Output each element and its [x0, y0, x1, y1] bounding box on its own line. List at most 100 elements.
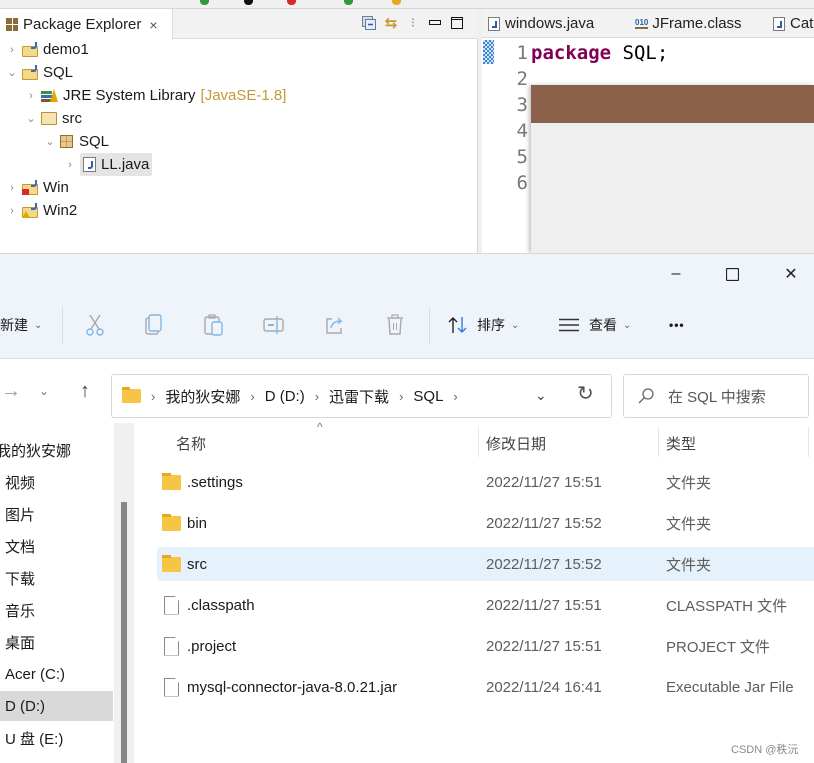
column-divider[interactable]	[808, 427, 809, 457]
navigation-scrollbar-thumb[interactable]	[121, 502, 127, 763]
nav-item-videos[interactable]: 视频	[0, 467, 113, 497]
delete-button[interactable]	[383, 313, 407, 337]
forward-button[interactable]: →	[0, 377, 24, 405]
nav-item-drive-e[interactable]: U 盘 (E:)	[0, 723, 113, 753]
eclipse-main-toolbar	[0, 0, 814, 9]
cut-button[interactable]	[83, 313, 107, 337]
column-divider[interactable]	[478, 427, 479, 457]
chevron-down-icon: ⌄	[511, 319, 520, 331]
file-row[interactable]: .project 2022/11/27 15:51 PROJECT 文件	[157, 629, 814, 663]
toolbar-icon[interactable]	[244, 0, 253, 5]
tree-item-sql-package[interactable]: ⌄ SQL	[44, 130, 109, 153]
breadcrumb-item[interactable]: D (D:)	[265, 388, 305, 405]
breadcrumb-item[interactable]: 我的狄安娜	[165, 386, 240, 407]
minimize-icon[interactable]	[424, 13, 446, 33]
breadcrumb-item[interactable]: SQL	[413, 388, 443, 405]
nav-item-pictures[interactable]: 图片	[0, 499, 113, 529]
file-date: 2022/11/27 15:51	[486, 596, 602, 614]
recent-locations-button[interactable]: ⌄	[34, 377, 54, 405]
code-text: SQL;	[611, 42, 669, 64]
paste-button[interactable]	[202, 313, 226, 337]
tree-item-win2[interactable]: › Win2	[6, 199, 77, 222]
code-line-1[interactable]: package SQL;	[531, 40, 668, 66]
new-button[interactable]: 新建 ⌄	[0, 307, 42, 343]
expand-chevron-icon[interactable]: ›	[6, 205, 18, 217]
nav-item-music[interactable]: 音乐	[0, 595, 113, 625]
file-date: 2022/11/27 15:52	[486, 514, 602, 532]
tab-package-explorer[interactable]: Package Explorer ×	[0, 9, 173, 40]
tree-item-demo1[interactable]: › demo1	[6, 38, 89, 61]
tree-item-win[interactable]: › Win	[6, 176, 69, 199]
breadcrumb-separator[interactable]: ›	[453, 389, 457, 404]
nav-item-drive-d[interactable]: D (D:)	[0, 691, 113, 721]
run-icon[interactable]	[200, 0, 209, 5]
file-row-selected[interactable]: src 2022/11/27 15:52 文件夹	[157, 547, 814, 581]
nav-item-documents[interactable]: 文档	[0, 531, 113, 561]
expand-chevron-icon[interactable]: ›	[6, 44, 18, 56]
nav-item-label: 桌面	[5, 634, 36, 652]
maximize-button[interactable]	[709, 254, 755, 294]
overlapping-window[interactable]	[531, 85, 814, 253]
column-header-type[interactable]: 类型	[666, 423, 696, 463]
nav-item-downloads[interactable]: 下载	[0, 563, 113, 593]
column-divider[interactable]	[658, 427, 659, 457]
expand-chevron-icon[interactable]: ›	[64, 159, 76, 171]
share-button[interactable]	[323, 313, 347, 337]
up-button[interactable]: ↑	[72, 377, 98, 405]
nav-item-drive-c[interactable]: Acer (C:)	[0, 659, 113, 689]
copy-button[interactable]	[142, 313, 166, 337]
column-header-name[interactable]: 名称	[176, 423, 206, 463]
address-history-dropdown[interactable]: ⌄	[535, 387, 547, 404]
tree-item-jre-library[interactable]: › JRE System Library [JavaSE-1.8]	[25, 84, 286, 107]
collapse-all-icon[interactable]	[358, 13, 380, 33]
link-with-editor-icon[interactable]: ⇆	[380, 13, 402, 33]
view-menu-icon[interactable]: ⁝	[402, 13, 424, 33]
nav-item-label: D (D:)	[5, 697, 45, 715]
collapse-chevron-icon[interactable]: ⌄	[44, 135, 56, 148]
nav-item-label: Acer (C:)	[5, 665, 65, 683]
maximize-icon[interactable]	[446, 13, 468, 33]
file-row[interactable]: .settings 2022/11/27 15:51 文件夹	[157, 465, 814, 499]
more-options-button[interactable]: •••	[669, 307, 685, 343]
close-button[interactable]: ✕	[768, 254, 814, 294]
refresh-button[interactable]: ↻	[577, 381, 594, 406]
file-row[interactable]: .classpath 2022/11/27 15:51 CLASSPATH 文件	[157, 588, 814, 622]
stop-icon[interactable]	[287, 0, 296, 5]
collapse-chevron-icon[interactable]: ⌄	[6, 66, 18, 79]
tree-item-ll-java[interactable]: › LL.java	[64, 153, 153, 176]
view-button[interactable]: 查看 ⌄	[559, 307, 631, 343]
file-explorer-window: – ✕ 新建 ⌄ 排序 ⌄ 查看 ⌄ ••• → ⌄ ↑ › 我的狄安娜 › D…	[0, 253, 814, 763]
debug-icon[interactable]	[344, 0, 353, 5]
tab-jframe-class[interactable]: 010 JFrame.class	[635, 9, 742, 38]
close-icon[interactable]: ×	[149, 17, 157, 33]
open-type-icon[interactable]	[392, 0, 401, 5]
nav-item-label: 视频	[5, 474, 36, 492]
nav-item-desktop[interactable]: 桌面	[0, 627, 113, 657]
tree-item-src-folder[interactable]: ⌄ src	[25, 107, 82, 130]
expand-chevron-icon[interactable]: ›	[6, 182, 18, 194]
column-header-date[interactable]: 修改日期	[486, 423, 546, 463]
breadcrumb-separator[interactable]: ›	[315, 389, 319, 404]
tab-cat[interactable]: Cat	[773, 9, 813, 38]
breadcrumb-separator[interactable]: ›	[250, 389, 254, 404]
rename-button[interactable]	[262, 313, 286, 337]
search-input[interactable]: 在 SQL 中搜索	[623, 374, 809, 418]
overlapping-window-titlebar[interactable]	[531, 85, 814, 123]
tree-item-sql-project[interactable]: ⌄ SQL	[6, 61, 73, 84]
sort-button[interactable]: 排序 ⌄	[447, 307, 519, 343]
nav-item-home[interactable]: 我的狄安娜	[0, 435, 109, 465]
tab-windows-java[interactable]: windows.java	[488, 9, 594, 38]
breadcrumb-item[interactable]: 迅雷下载	[329, 386, 389, 407]
java-project-warning-icon	[22, 202, 39, 218]
file-list-header: 名称 修改日期 类型	[134, 423, 814, 463]
expand-chevron-icon[interactable]: ›	[25, 90, 37, 102]
breadcrumb-separator[interactable]: ›	[399, 389, 403, 404]
minimize-button[interactable]: –	[653, 254, 699, 294]
file-row[interactable]: mysql-connector-java-8.0.21.jar 2022/11/…	[157, 670, 814, 704]
breadcrumb-separator[interactable]: ›	[151, 389, 155, 404]
library-icon	[41, 89, 58, 102]
collapse-chevron-icon[interactable]: ⌄	[25, 112, 37, 125]
file-row[interactable]: bin 2022/11/27 15:52 文件夹	[157, 506, 814, 540]
explorer-titlebar[interactable]: – ✕	[0, 253, 814, 293]
divider	[429, 307, 430, 345]
